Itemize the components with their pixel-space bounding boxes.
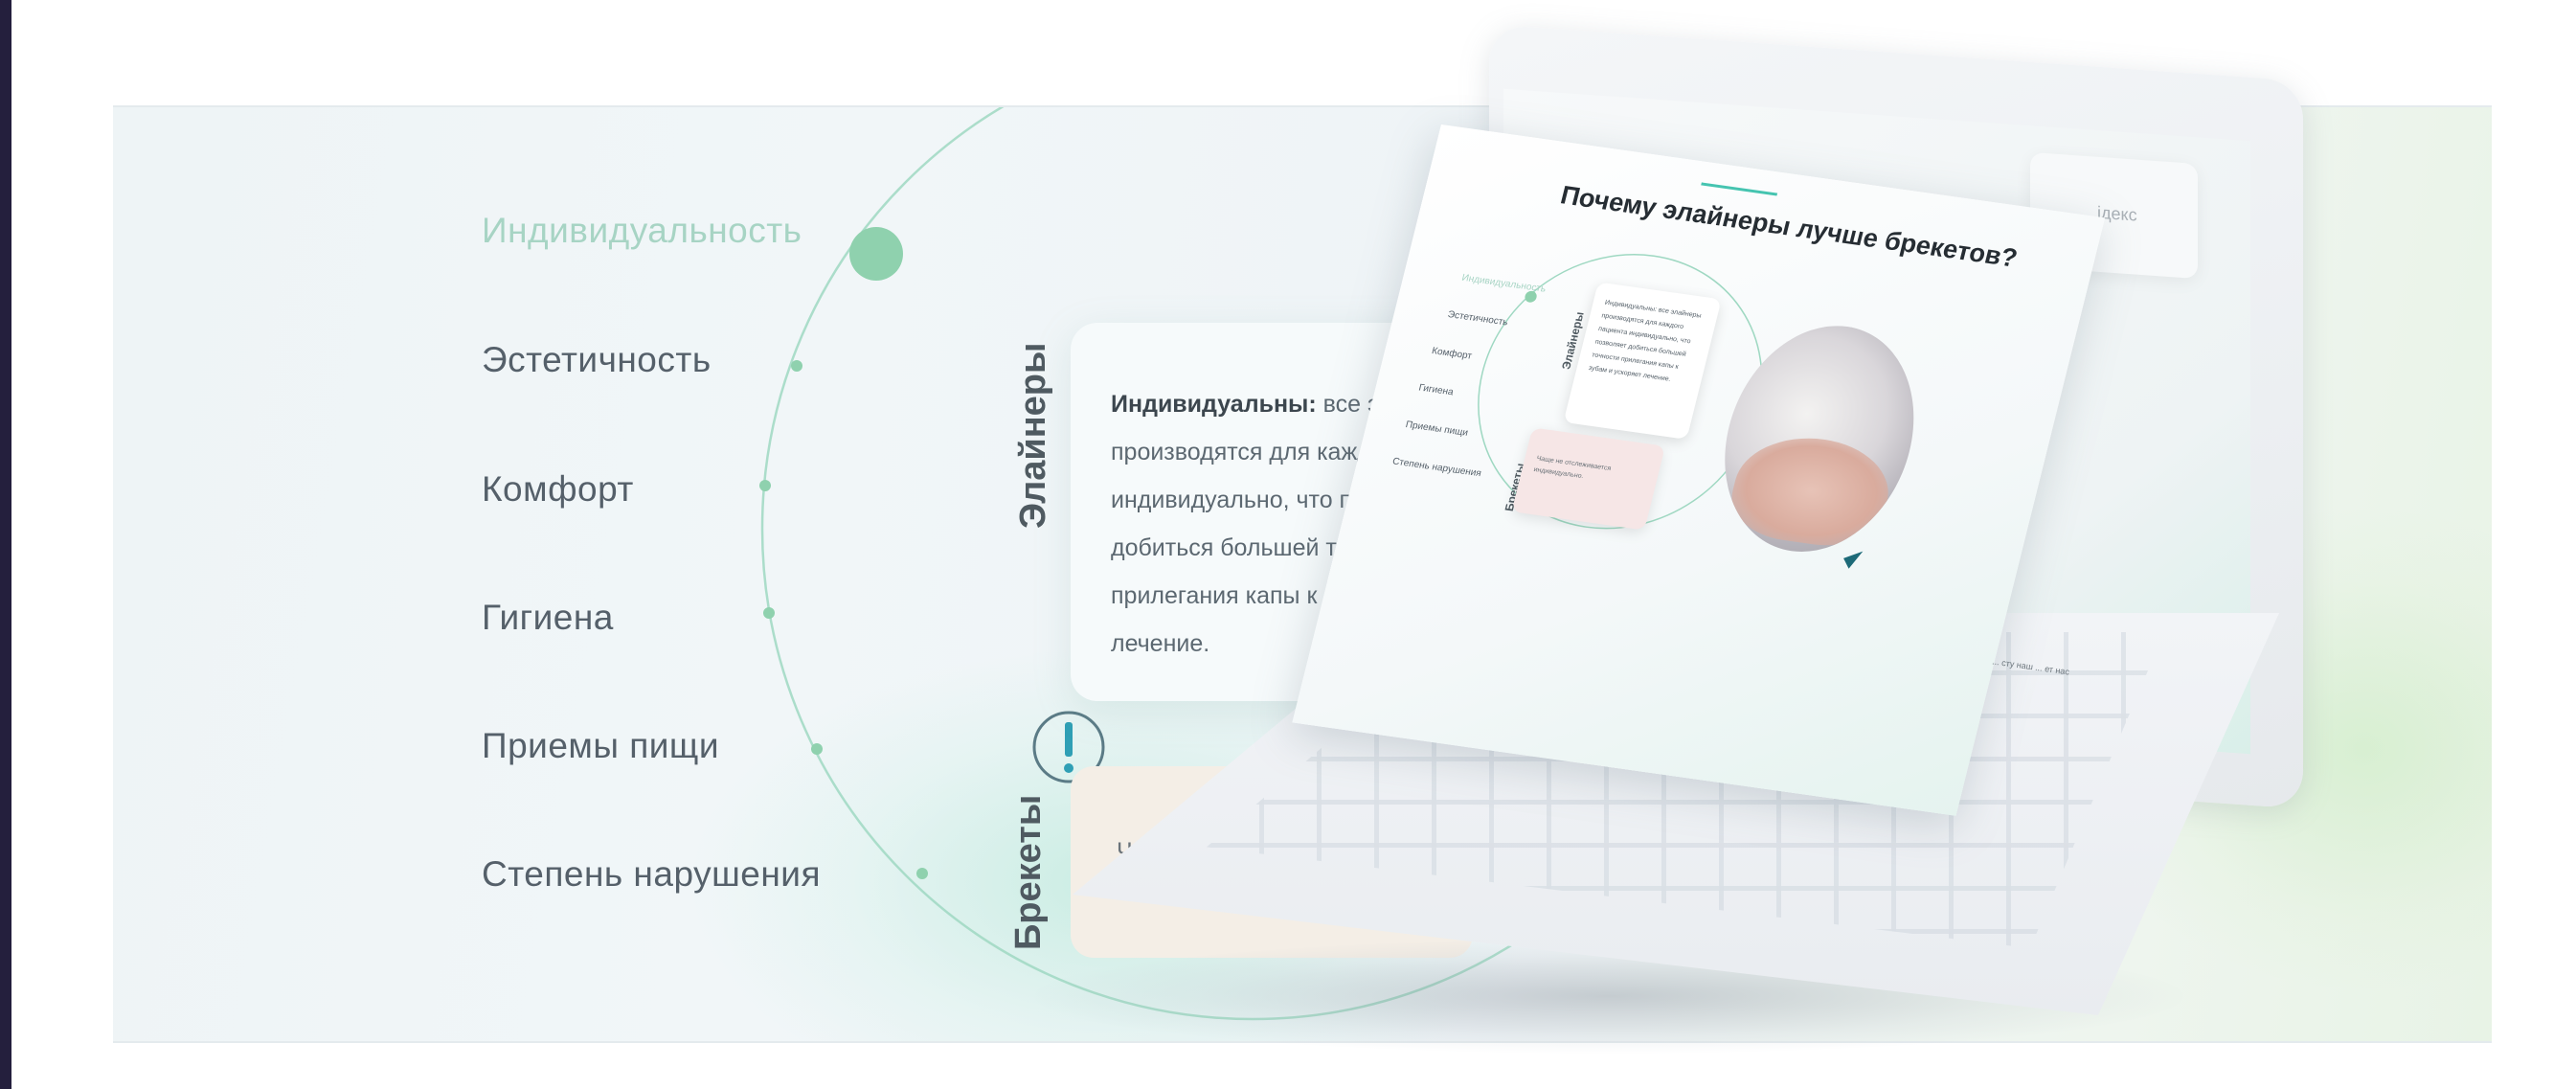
card-lead: Индивидуальны: [1111, 391, 1317, 418]
menu-dot [763, 607, 775, 619]
left-edge-strip [0, 0, 11, 1089]
menu-item-comfort[interactable]: Комфорт [482, 469, 634, 510]
slide-braces-card: Чаще не отслеживается индивидуально. [1511, 427, 1666, 531]
slide-card-text: Индивидуальны: все элайнеры производятся… [1588, 299, 1703, 383]
menu-item-aesthetics[interactable]: Эстетичность [482, 340, 712, 380]
menu-item-meals[interactable]: Приемы пищи [482, 726, 719, 766]
menu-item-severity[interactable]: Степень нарушения [482, 854, 821, 895]
active-dot [849, 227, 903, 281]
aligners-vertical-label: Элайнеры [1013, 342, 1053, 529]
menu-dot [916, 868, 928, 879]
menu-dot [759, 480, 771, 491]
menu-item-hygiene[interactable]: Гигиена [482, 598, 614, 638]
braces-vertical-label: Брекеты [1008, 794, 1049, 950]
slide-card2-text: Чаще не отслеживается индивидуально. [1532, 455, 1612, 481]
menu-dot [791, 360, 802, 372]
menu-item-individuality[interactable]: Индивидуальность [482, 211, 802, 251]
triangle-decoration-icon [1843, 551, 1864, 569]
menu-dot [811, 743, 823, 755]
